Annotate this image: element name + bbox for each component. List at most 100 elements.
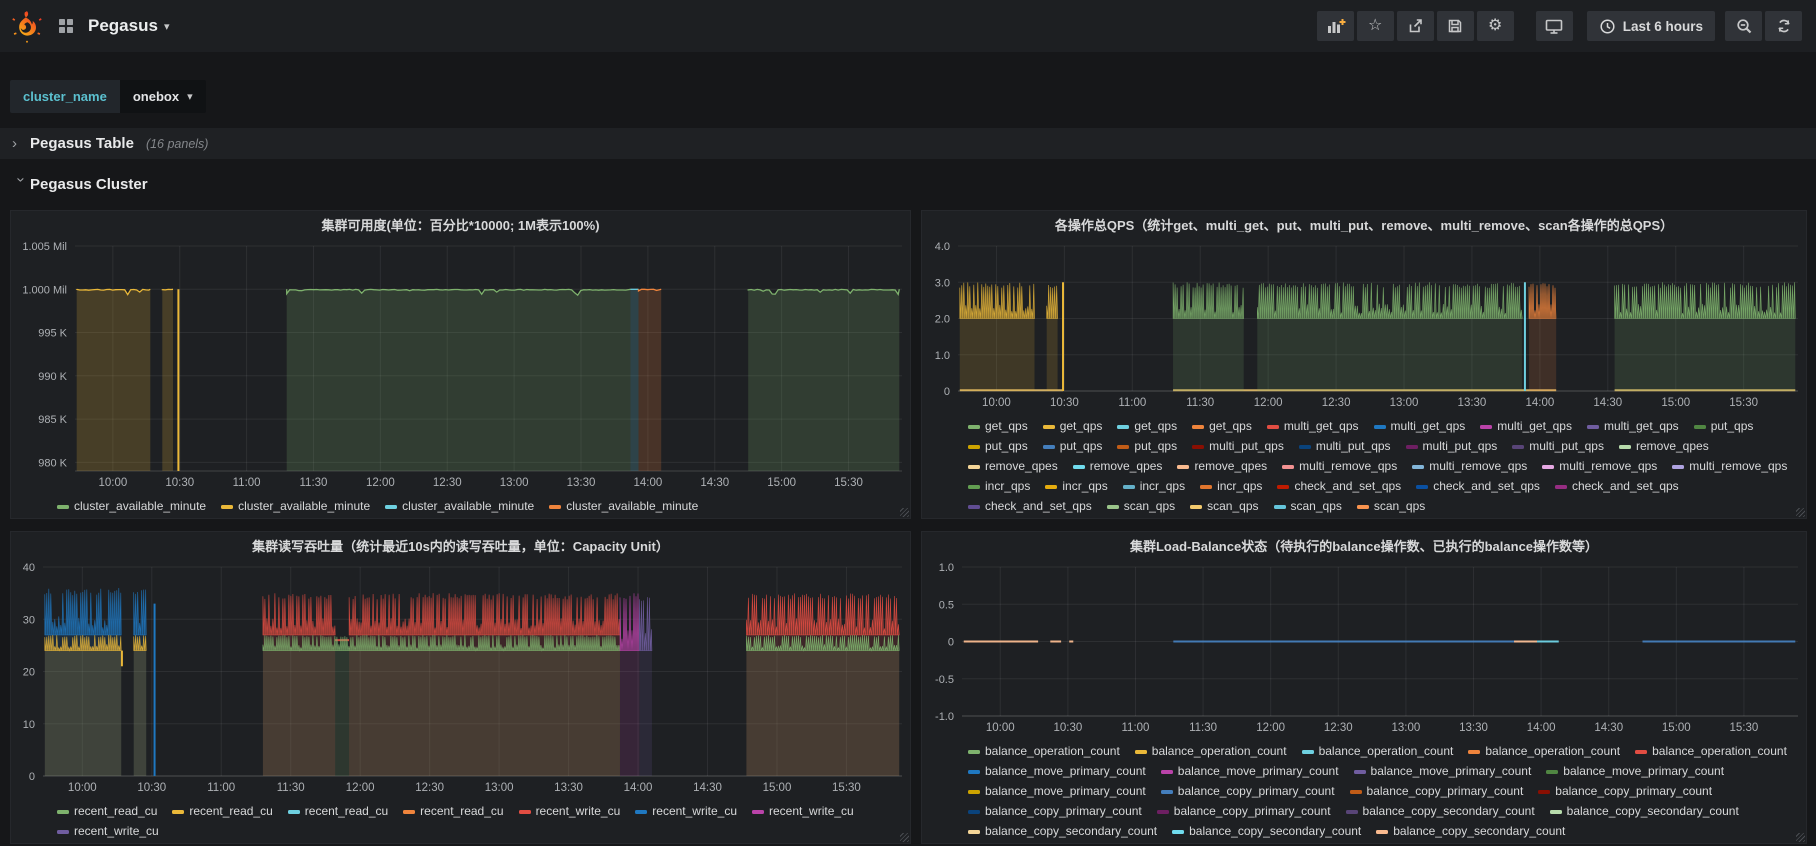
legend-item-get_qps[interactable]: get_qps xyxy=(1117,417,1177,436)
legend-item-remove_qpes[interactable]: remove_qpes xyxy=(1177,457,1267,476)
chart-canvas[interactable]: 10:0010:3011:0011:3012:0012:3013:0013:30… xyxy=(922,238,1806,411)
legend-label: multi_put_qps xyxy=(1529,437,1604,456)
legend-item-balance_operation_count[interactable]: balance_operation_count xyxy=(1635,742,1787,761)
legend-item-recent_write_cu[interactable]: recent_write_cu xyxy=(635,802,737,821)
time-range-button[interactable]: Last 6 hours xyxy=(1587,11,1715,41)
legend-item-balance_operation_count[interactable]: balance_operation_count xyxy=(968,742,1120,761)
legend-item-balance_copy_secondary_count[interactable]: balance_copy_secondary_count xyxy=(1376,822,1565,841)
panel-title[interactable]: 集群读写吞吐量（统计最近10s内的读写吞吐量，单位：Capacity Unit） xyxy=(11,532,910,559)
legend-item-put_qps[interactable]: put_qps xyxy=(1694,417,1754,436)
svg-text:12:00: 12:00 xyxy=(366,477,395,489)
legend-item-balance_move_primary_count[interactable]: balance_move_primary_count xyxy=(968,762,1146,781)
legend-item-balance_copy_primary_count[interactable]: balance_copy_primary_count xyxy=(968,802,1142,821)
settings-button[interactable]: ⚙ xyxy=(1477,11,1514,41)
panel-chart[interactable]: 10:0010:3011:0011:3012:0012:3013:0013:30… xyxy=(922,559,1806,741)
legend-item-multi_put_qps[interactable]: multi_put_qps xyxy=(1192,437,1284,456)
legend-item-multi_get_qps[interactable]: multi_get_qps xyxy=(1587,417,1679,436)
legend-item-cluster_available_minute[interactable]: cluster_available_minute xyxy=(385,497,534,516)
chart-canvas[interactable]: 10:0010:3011:0011:3012:0012:3013:0013:30… xyxy=(11,559,910,796)
row-header-pegasus-cluster[interactable]: › Pegasus Cluster xyxy=(0,171,1816,197)
legend-item-check_and_set_qps[interactable]: check_and_set_qps xyxy=(1555,477,1679,496)
legend-item-multi_remove_qps[interactable]: multi_remove_qps xyxy=(1412,457,1527,476)
save-button[interactable] xyxy=(1437,11,1474,41)
legend-item-get_qps[interactable]: get_qps xyxy=(968,417,1028,436)
legend-item-remove_qpes[interactable]: remove_qpes xyxy=(968,457,1058,476)
legend-item-balance_move_primary_count[interactable]: balance_move_primary_count xyxy=(1546,762,1724,781)
legend-item-balance_copy_primary_count[interactable]: balance_copy_primary_count xyxy=(1350,782,1524,801)
legend-item-balance_copy_primary_count[interactable]: balance_copy_primary_count xyxy=(1538,782,1712,801)
panel-chart[interactable]: 10:0010:3011:0011:3012:0012:3013:0013:30… xyxy=(11,238,910,496)
refresh-button[interactable] xyxy=(1765,11,1802,41)
legend-item-recent_write_cu[interactable]: recent_write_cu xyxy=(519,802,621,821)
legend-item-multi_remove_qps[interactable]: multi_remove_qps xyxy=(1672,457,1787,476)
legend-item-balance_move_primary_count[interactable]: balance_move_primary_count xyxy=(1354,762,1532,781)
legend-item-recent_read_cu[interactable]: recent_read_cu xyxy=(288,802,388,821)
legend-item-balance_copy_secondary_count[interactable]: balance_copy_secondary_count xyxy=(1172,822,1361,841)
legend-item-incr_qps[interactable]: incr_qps xyxy=(968,477,1030,496)
legend-item-balance_copy_secondary_count[interactable]: balance_copy_secondary_count xyxy=(1346,802,1535,821)
panel-title[interactable]: 集群Load-Balance状态（待执行的balance操作数、已执行的bala… xyxy=(922,532,1806,559)
row-header-pegasus-table[interactable]: › Pegasus Table (16 panels) xyxy=(0,128,1816,159)
legend-item-get_qps[interactable]: get_qps xyxy=(1043,417,1103,436)
legend-item-balance_copy_primary_count[interactable]: balance_copy_primary_count xyxy=(1161,782,1335,801)
legend-item-multi_get_qps[interactable]: multi_get_qps xyxy=(1374,417,1466,436)
legend-item-balance_move_primary_count[interactable]: balance_move_primary_count xyxy=(968,782,1146,801)
grafana-logo-icon[interactable] xyxy=(10,9,44,43)
legend-item-balance_operation_count[interactable]: balance_operation_count xyxy=(1135,742,1287,761)
legend-item-scan_qps[interactable]: scan_qps xyxy=(1274,497,1342,516)
legend-item-cluster_available_minute[interactable]: cluster_available_minute xyxy=(57,497,206,516)
legend-item-scan_qps[interactable]: scan_qps xyxy=(1190,497,1258,516)
legend-item-put_qps[interactable]: put_qps xyxy=(968,437,1028,456)
legend-item-recent_read_cu[interactable]: recent_read_cu xyxy=(57,802,157,821)
legend-item-multi_put_qps[interactable]: multi_put_qps xyxy=(1299,437,1391,456)
legend-item-balance_operation_count[interactable]: balance_operation_count xyxy=(1302,742,1454,761)
legend-item-scan_qps[interactable]: scan_qps xyxy=(1357,497,1425,516)
chart-canvas[interactable]: 10:0010:3011:0011:3012:0012:3013:0013:30… xyxy=(11,238,910,491)
legend-item-put_qps[interactable]: put_qps xyxy=(1043,437,1103,456)
legend-item-recent_write_cu[interactable]: recent_write_cu xyxy=(752,802,854,821)
legend-item-multi_remove_qps[interactable]: multi_remove_qps xyxy=(1282,457,1397,476)
legend-item-balance_copy_secondary_count[interactable]: balance_copy_secondary_count xyxy=(1550,802,1739,821)
panel-chart[interactable]: 10:0010:3011:0011:3012:0012:3013:0013:30… xyxy=(11,559,910,801)
legend-item-cluster_available_minute[interactable]: cluster_available_minute xyxy=(549,497,698,516)
legend-item-scan_qps[interactable]: scan_qps xyxy=(1107,497,1175,516)
legend-label: multi_put_qps xyxy=(1209,437,1284,456)
legend-label: remove_qpes xyxy=(1636,437,1709,456)
legend-item-balance_move_primary_count[interactable]: balance_move_primary_count xyxy=(1161,762,1339,781)
star-button[interactable]: ☆ xyxy=(1357,11,1394,41)
legend-item-balance_copy_secondary_count[interactable]: balance_copy_secondary_count xyxy=(968,822,1157,841)
panel-title[interactable]: 集群可用度(单位：百分比*10000; 1M表示100%) xyxy=(11,211,910,238)
legend-item-multi_put_qps[interactable]: multi_put_qps xyxy=(1512,437,1604,456)
variable-value-dropdown[interactable]: onebox ▾ xyxy=(120,80,206,113)
svg-text:995 K: 995 K xyxy=(38,328,67,340)
legend-item-check_and_set_qps[interactable]: check_and_set_qps xyxy=(1416,477,1540,496)
legend-item-multi_put_qps[interactable]: multi_put_qps xyxy=(1406,437,1498,456)
apps-grid-icon[interactable] xyxy=(56,16,76,36)
legend-item-multi_get_qps[interactable]: multi_get_qps xyxy=(1267,417,1359,436)
legend-item-balance_operation_count[interactable]: balance_operation_count xyxy=(1468,742,1620,761)
legend-item-multi_remove_qps[interactable]: multi_remove_qps xyxy=(1542,457,1657,476)
legend-item-balance_copy_primary_count[interactable]: balance_copy_primary_count xyxy=(1157,802,1331,821)
panel-chart[interactable]: 10:0010:3011:0011:3012:0012:3013:0013:30… xyxy=(922,238,1806,416)
legend-item-incr_qps[interactable]: incr_qps xyxy=(1123,477,1185,496)
legend-item-recent_read_cu[interactable]: recent_read_cu xyxy=(172,802,272,821)
zoom-out-button[interactable] xyxy=(1725,11,1762,41)
panel-title[interactable]: 各操作总QPS（统计get、multi_get、put、multi_put、re… xyxy=(922,211,1806,238)
legend-item-recent_write_cu[interactable]: recent_write_cu xyxy=(57,822,159,841)
add-panel-button[interactable] xyxy=(1317,11,1354,41)
legend-item-remove_qpes[interactable]: remove_qpes xyxy=(1619,437,1709,456)
legend-item-check_and_set_qps[interactable]: check_and_set_qps xyxy=(1277,477,1401,496)
legend-item-cluster_available_minute[interactable]: cluster_available_minute xyxy=(221,497,370,516)
legend-item-remove_qpes[interactable]: remove_qpes xyxy=(1073,457,1163,476)
legend-item-incr_qps[interactable]: incr_qps xyxy=(1200,477,1262,496)
legend-item-get_qps[interactable]: get_qps xyxy=(1192,417,1252,436)
legend-item-recent_read_cu[interactable]: recent_read_cu xyxy=(403,802,503,821)
chart-canvas[interactable]: 10:0010:3011:0011:3012:0012:3013:0013:30… xyxy=(922,559,1806,736)
legend-item-incr_qps[interactable]: incr_qps xyxy=(1045,477,1107,496)
cycle-view-button[interactable] xyxy=(1536,11,1573,41)
legend-item-multi_get_qps[interactable]: multi_get_qps xyxy=(1480,417,1572,436)
legend-item-check_and_set_qps[interactable]: check_and_set_qps xyxy=(968,497,1092,516)
legend-item-put_qps[interactable]: put_qps xyxy=(1117,437,1177,456)
share-button[interactable] xyxy=(1397,11,1434,41)
dashboard-title-dropdown[interactable]: Pegasus ▾ xyxy=(88,16,169,36)
